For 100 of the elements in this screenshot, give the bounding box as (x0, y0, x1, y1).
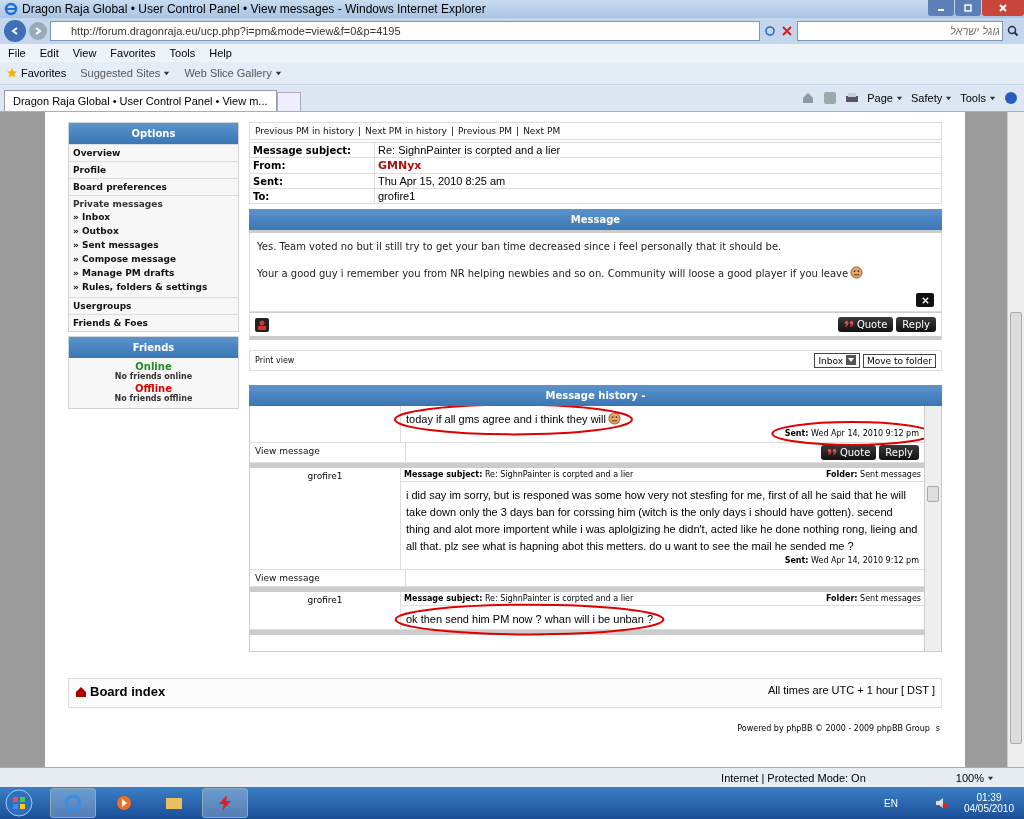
sent-date: Sent: Wed Apr 14, 2010 9:12 pm (784, 429, 919, 438)
search-icon[interactable] (1006, 24, 1020, 38)
command-menu[interactable]: Tools (960, 92, 996, 104)
panel-header: Options (69, 123, 238, 144)
menu-item[interactable]: Tools (169, 47, 196, 59)
nav-link[interactable]: Next PM (523, 126, 561, 136)
print-view-link[interactable]: Print view (255, 356, 295, 365)
header-value: GMNyx (374, 157, 942, 174)
author-name[interactable]: grofire1 (307, 595, 343, 605)
caret-icon (274, 70, 282, 77)
folder-name: Folder: Sent messages (825, 594, 921, 603)
friends-note: No friends online (113, 372, 194, 383)
caret-icon (987, 774, 994, 782)
header-label: Message subject: (249, 142, 375, 158)
sidebar-subitem[interactable]: » Manage PM drafts (73, 266, 234, 280)
caret-icon (945, 95, 953, 102)
header-label: To: (249, 188, 375, 204)
taskbar-app-icon[interactable] (202, 788, 248, 818)
start-button[interactable] (4, 788, 34, 818)
maximize-icon (963, 3, 973, 13)
search-field[interactable]: גוגל ישראל (797, 21, 1003, 41)
reply-button[interactable]: Reply (896, 317, 936, 332)
sidebar-subitem[interactable]: » Compose message (73, 252, 234, 266)
sent-date: Sent: Wed Apr 14, 2010 9:12 pm (784, 556, 919, 565)
sidebar-subitem[interactable]: » Outbox (73, 224, 234, 238)
favorites-link[interactable]: Suggested Sites (80, 67, 171, 79)
sidebar-item[interactable]: Usergroups (69, 297, 238, 314)
close-icon (998, 3, 1008, 13)
caret-icon (896, 95, 903, 102)
view-message-link[interactable]: View message (255, 573, 320, 583)
sidebar-item[interactable]: Friends & Foes (69, 314, 238, 331)
caret-icon (989, 95, 996, 102)
browser-tab[interactable]: Dragon Raja Global • User Control Panel • View m... (4, 90, 277, 111)
caret-icon (163, 70, 171, 77)
browser-logo-icon (4, 2, 18, 16)
message-subject: Message subject: Re: SighnPainter is corpted and a lier (404, 594, 634, 603)
command-menu[interactable]: Page (867, 92, 903, 104)
refresh-icon[interactable] (763, 24, 777, 38)
sidebar-subitem[interactable]: » Inbox (73, 210, 234, 224)
help-icon[interactable] (1004, 91, 1018, 105)
quote-button[interactable]: Quote (837, 317, 894, 332)
address-bar[interactable]: http://forum.dragonraja.eu/ucp.php?i=pm&mode=view&f=0&p=4195 (50, 21, 760, 41)
scrollbar[interactable] (1007, 112, 1024, 767)
delete-button[interactable] (916, 293, 934, 307)
history-action-button[interactable]: Reply (879, 445, 919, 460)
move-to-folder-button[interactable]: Move to folder (862, 353, 936, 368)
separator-text: | (450, 126, 454, 136)
nav-link[interactable]: Next PM in history (365, 126, 447, 136)
favorites-button[interactable]: Favorites (6, 67, 67, 79)
timezone-text: All times are UTC + 1 hour [ DST ] (768, 684, 935, 696)
dropdown-arrow-icon (845, 355, 856, 365)
separator-text: | (516, 126, 520, 136)
quote-marks-icon (826, 448, 837, 455)
friends-note: No friends offline (113, 394, 194, 405)
message-text: Yes. Team voted no but il still try to get your ban time decreased since i feel personally that it should be. (257, 241, 783, 252)
menu-item[interactable]: Favorites (110, 47, 156, 59)
stop-icon[interactable] (780, 24, 794, 38)
header-label: From: (249, 157, 375, 174)
header-label: Sent: (249, 173, 375, 189)
nav-link[interactable]: Previous PM (458, 126, 513, 136)
home-icon[interactable] (801, 91, 816, 105)
language-indicator[interactable]: EN (884, 797, 898, 809)
view-message-link[interactable]: View message (255, 446, 320, 456)
quote-marks-icon (843, 320, 854, 327)
nav-link[interactable]: Previous PM in history (255, 126, 354, 136)
sidebar-item[interactable]: Profile (69, 161, 238, 178)
sidebar-item[interactable]: Overview (69, 144, 238, 161)
sidebar-item[interactable]: Board preferences (69, 178, 238, 195)
minimize-button[interactable] (928, 0, 954, 16)
volume-icon[interactable] (933, 796, 948, 810)
board-index-link[interactable]: Board index (75, 684, 166, 699)
maximize-button[interactable] (955, 0, 981, 16)
friends-status-label: Online (134, 361, 173, 372)
menu-item[interactable]: Help (209, 47, 232, 59)
back-button[interactable] (4, 20, 26, 42)
message-subject: Message subject: Re: SighnPainter is corpted and a lier (404, 470, 634, 479)
history-message-text: ok then send him PM now ? whan will i be unban ? (406, 613, 654, 625)
header-value: grofire1 (374, 188, 942, 204)
new-tab-button[interactable] (276, 92, 301, 111)
forward-button[interactable] (29, 22, 47, 40)
author-name[interactable]: grofire1 (307, 471, 343, 481)
favorites-link[interactable]: Web Slice Gallery (184, 67, 282, 79)
folder-dropdown[interactable]: Inbox (814, 353, 860, 368)
menu-item[interactable]: View (72, 47, 97, 59)
menu-item[interactable]: Edit (39, 47, 59, 59)
command-menu[interactable]: Safety (911, 92, 953, 104)
scrollbar[interactable] (924, 406, 941, 651)
close-button[interactable] (982, 0, 1024, 16)
history-message-text: today if all gms agree and i think they will (406, 413, 606, 425)
zoom-control[interactable]: 100% (955, 771, 994, 784)
section-header: Message history - (249, 385, 942, 406)
panel-header: Friends (69, 337, 238, 358)
sidebar-subitem[interactable]: » Rules, folders & settings (73, 280, 234, 294)
folder-name: Folder: Sent messages (825, 470, 921, 479)
sidebar-subitem[interactable]: » Sent messages (73, 238, 234, 252)
printer-icon[interactable] (845, 91, 860, 105)
sidebar-item[interactable]: Private messages (69, 195, 238, 209)
menu-item[interactable]: File (8, 47, 26, 59)
profile-icon[interactable] (255, 317, 269, 332)
header-value: Thu Apr 15, 2010 8:25 am (374, 173, 942, 189)
